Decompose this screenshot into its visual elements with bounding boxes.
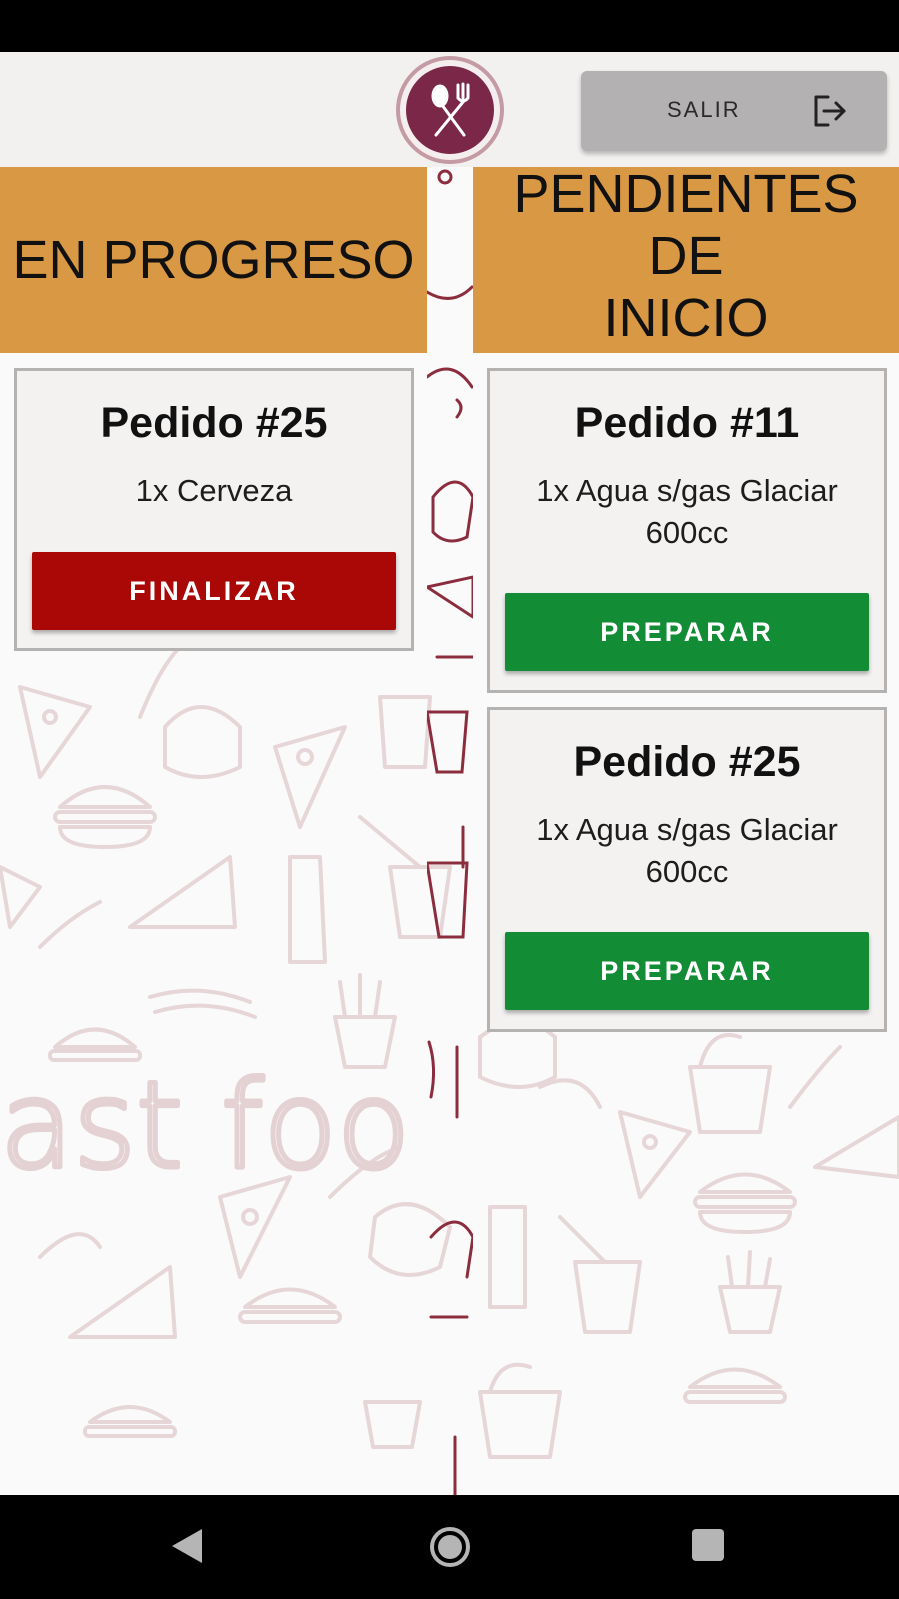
order-item-line2: 600cc xyxy=(645,515,729,550)
back-triangle-icon[interactable] xyxy=(170,1527,204,1570)
order-item-line1: 1x Agua s/gas Glaciar xyxy=(536,473,838,508)
order-card-pending: Pedido #25 1x Agua s/gas Glaciar 600cc P… xyxy=(487,707,887,1032)
prepare-label: PREPARAR xyxy=(600,616,774,647)
home-circle-icon[interactable] xyxy=(429,1526,471,1573)
order-card-pending: Pedido #11 1x Agua s/gas Glaciar 600cc P… xyxy=(487,368,887,693)
divider-doodles-icon xyxy=(427,169,473,1495)
order-item-line2: 600cc xyxy=(645,854,729,889)
logout-icon xyxy=(812,93,848,134)
recents-square-icon[interactable] xyxy=(691,1528,725,1567)
logout-label: SALIR xyxy=(667,97,741,122)
order-items: 1x Cerveza xyxy=(135,473,293,508)
order-item-line1: 1x Agua s/gas Glaciar xyxy=(536,812,838,847)
pending-title-line2: INICIO xyxy=(603,288,769,348)
spoon-fork-icon xyxy=(406,66,494,154)
prepare-label: PREPARAR xyxy=(600,955,774,986)
logout-button[interactable]: SALIR xyxy=(581,71,887,151)
pending-title-line1: PENDIENTES DE xyxy=(513,164,859,286)
prepare-button[interactable]: PREPARAR xyxy=(505,593,869,671)
svg-text:ast foo: ast foo xyxy=(0,1057,410,1196)
prepare-button[interactable]: PREPARAR xyxy=(505,932,869,1010)
navigation-bar xyxy=(0,1495,899,1599)
finalize-label: FINALIZAR xyxy=(129,575,299,606)
order-items: 1x Agua s/gas Glaciar 600cc xyxy=(490,809,884,893)
status-bar xyxy=(0,0,899,52)
finalize-button[interactable]: FINALIZAR xyxy=(32,552,396,630)
restaurant-logo xyxy=(396,56,504,164)
in-progress-header: EN PROGRESO xyxy=(0,167,427,353)
order-title: Pedido #11 xyxy=(574,399,800,447)
in-progress-title: EN PROGRESO xyxy=(12,230,415,290)
order-items: 1x Agua s/gas Glaciar 600cc xyxy=(490,470,884,554)
pending-header: PENDIENTES DE INICIO xyxy=(473,164,899,353)
order-title: Pedido #25 xyxy=(100,399,328,447)
order-card-in-progress: Pedido #25 1x Cerveza FINALIZAR xyxy=(14,368,414,651)
order-title: Pedido #25 xyxy=(573,738,801,786)
